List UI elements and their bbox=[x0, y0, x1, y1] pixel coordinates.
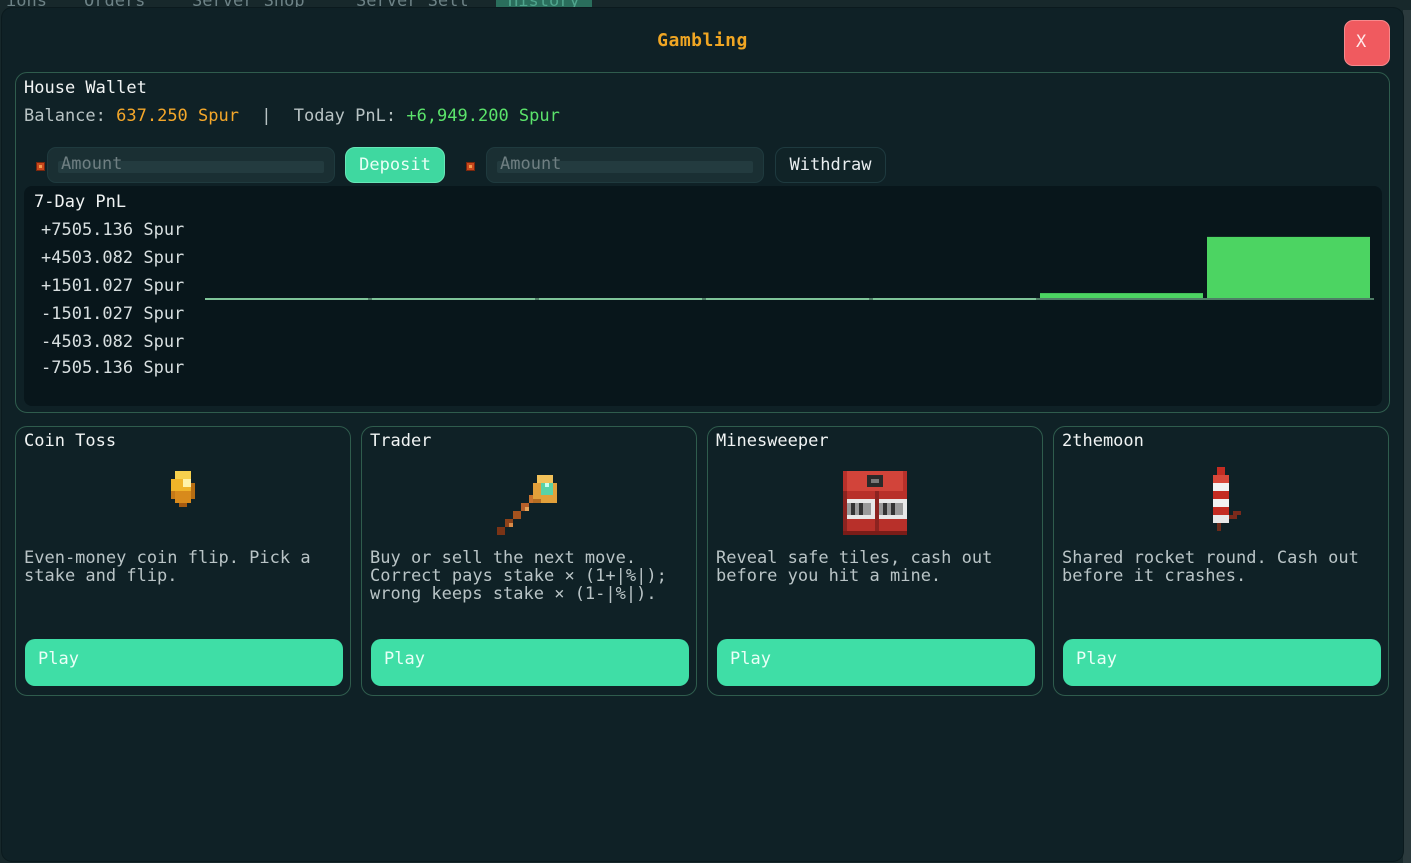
today-pnl-label: Today PnL: bbox=[293, 106, 397, 126]
withdraw-button[interactable]: Withdraw bbox=[775, 147, 886, 183]
window-title: Gambling bbox=[657, 30, 748, 51]
wallet-title: House Wallet bbox=[24, 78, 147, 98]
magic-staff-icon bbox=[489, 463, 569, 547]
game-title: Coin Toss bbox=[24, 431, 117, 451]
currency-icon bbox=[466, 162, 475, 171]
play-button[interactable]: Play bbox=[371, 639, 689, 686]
play-button[interactable]: Play bbox=[1063, 639, 1381, 686]
game-title: Minesweeper bbox=[716, 431, 829, 451]
play-button[interactable]: Play bbox=[25, 639, 343, 686]
currency-icon bbox=[36, 162, 45, 171]
house-wallet-panel: House Wallet Balance: 637.250 Spur | Tod… bbox=[15, 72, 1390, 413]
game-title: 2themoon bbox=[1062, 431, 1144, 451]
gambling-window: Gambling X House Wallet Balance: 637.250… bbox=[2, 8, 1403, 861]
deposit-amount-input[interactable]: Amount bbox=[47, 147, 335, 183]
play-button[interactable]: Play bbox=[717, 639, 1035, 686]
game-description: Shared rocket round. Cash out before it … bbox=[1062, 548, 1359, 586]
y-tick-label: -1501.027 Spur bbox=[41, 304, 184, 324]
today-pnl-value: +6,949.200 Spur bbox=[406, 106, 560, 126]
pnl-chart: 7-Day PnL +7505.136 Spur +4503.082 Spur +1… bbox=[24, 186, 1382, 406]
game-description: Buy or sell the next move. Correct pays … bbox=[370, 548, 667, 604]
y-tick-label: -7505.136 Spur bbox=[41, 358, 184, 378]
deposit-button[interactable]: Deposit bbox=[345, 147, 445, 183]
balance-value: 637.250 Spur bbox=[116, 106, 239, 126]
game-cards: Coin Toss Even-money coin flip. Pick a s… bbox=[15, 426, 1391, 698]
balance-line: Balance: 637.250 Spur | Today PnL: +6,94… bbox=[24, 106, 560, 126]
pnl-bar bbox=[1040, 293, 1203, 298]
tnt-icon bbox=[835, 463, 915, 547]
deposit-amount-placeholder: Amount bbox=[61, 154, 123, 174]
game-description: Reveal safe tiles, cash out before you h… bbox=[716, 548, 993, 586]
withdraw-amount-input[interactable]: Amount bbox=[486, 147, 764, 183]
withdraw-amount-placeholder: Amount bbox=[500, 154, 562, 174]
zero-baseline bbox=[205, 298, 1374, 300]
background-sidebar bbox=[1403, 10, 1411, 863]
gold-nugget-icon bbox=[163, 463, 203, 523]
y-tick-label: +4503.082 Spur bbox=[41, 248, 184, 268]
y-tick-label: +7505.136 Spur bbox=[41, 220, 184, 240]
game-title: Trader bbox=[370, 431, 432, 451]
y-tick-label: +1501.027 Spur bbox=[41, 276, 184, 296]
game-card-2themoon: 2themoon Shared rocket round. Cash out b… bbox=[1053, 426, 1389, 696]
pnl-bar bbox=[1207, 236, 1370, 298]
pnl-chart-svg: +7505.136 Spur +4503.082 Spur +1501.027 Sp… bbox=[41, 220, 1374, 378]
game-card-trader: Trader Buy or sell the next move. Correc… bbox=[361, 426, 697, 696]
balance-label: Balance: bbox=[24, 106, 106, 126]
close-button[interactable]: X bbox=[1344, 20, 1390, 66]
separator: | bbox=[261, 106, 272, 126]
game-card-minesweeper: Minesweeper Reveal safe tiles, cash out … bbox=[707, 426, 1043, 696]
y-tick-label: -4503.082 Spur bbox=[41, 332, 184, 352]
firework-rocket-icon bbox=[1197, 463, 1245, 539]
game-description: Even-money coin flip. Pick a stake and f… bbox=[24, 548, 311, 586]
game-card-coin-toss: Coin Toss Even-money coin flip. Pick a s… bbox=[15, 426, 351, 696]
